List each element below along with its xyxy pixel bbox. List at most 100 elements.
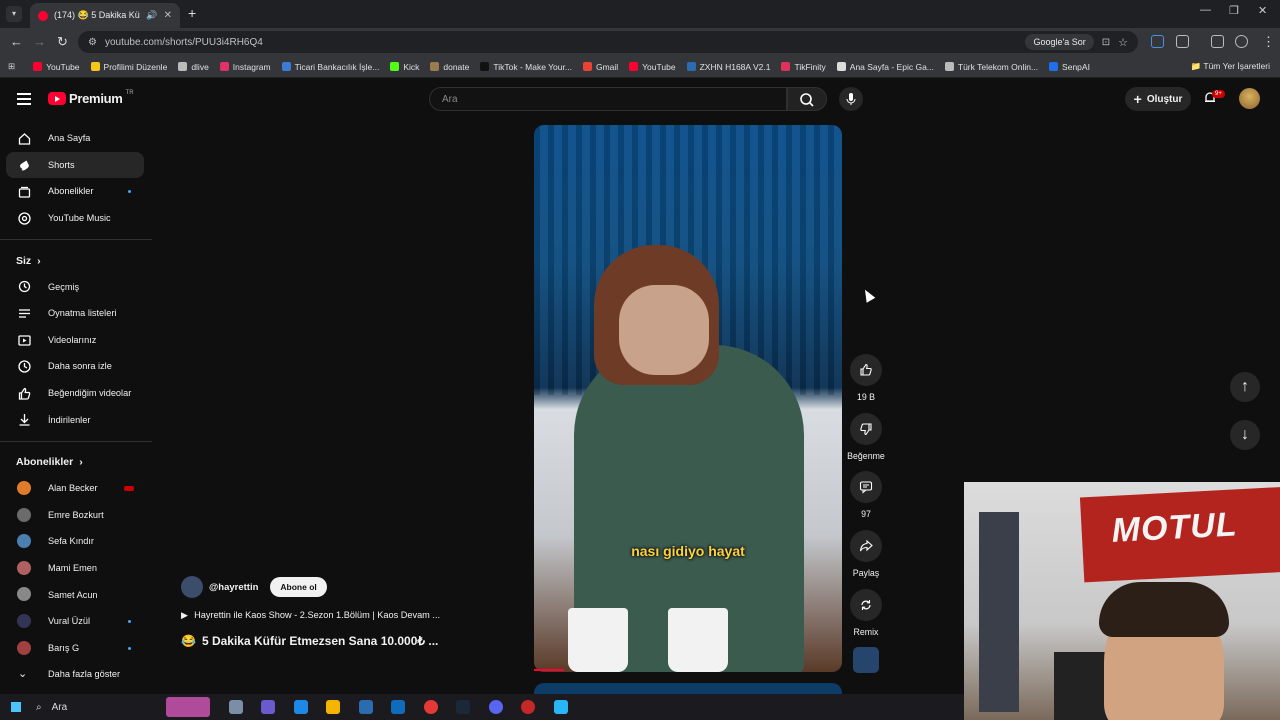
back-icon[interactable]: ← — [10, 34, 23, 49]
subscription-item[interactable]: Sefa Kındır — [0, 528, 156, 555]
translate-icon[interactable] — [1151, 35, 1164, 48]
next-short-button[interactable]: ↓ — [1230, 420, 1260, 450]
remix-button[interactable]: Remix — [846, 588, 886, 648]
subscription-item[interactable]: Alan Becker — [0, 475, 156, 502]
steam-icon[interactable] — [456, 700, 470, 714]
sidebar-item-be-endi-im-videolar[interactable]: Beğendiğim videolar — [0, 380, 156, 407]
taskbar-search[interactable]: ⌕ Ara — [36, 702, 166, 713]
address-bar[interactable]: ⚙ youtube.com/shorts/PUU3i4RH6Q4 Google'… — [78, 31, 1138, 53]
reload-icon[interactable]: ↻ — [57, 34, 68, 50]
share-button[interactable]: Paylaş — [846, 530, 886, 589]
hamburger-menu-icon[interactable] — [17, 93, 31, 108]
sidebar-item-shorts[interactable]: Shorts — [6, 151, 144, 179]
channel-avatar[interactable] — [181, 576, 203, 598]
apps-grid-icon[interactable]: ⊞ — [8, 61, 15, 72]
obs-icon[interactable] — [521, 700, 535, 714]
forward-icon[interactable]: → — [33, 34, 46, 49]
bookmark-favicon-icon — [281, 62, 291, 71]
task-view-icon[interactable] — [228, 700, 243, 714]
site-info-icon[interactable]: ⚙ — [88, 37, 97, 48]
bookmark-item[interactable]: Kick — [390, 62, 419, 72]
video-progress-bar[interactable] — [534, 669, 564, 671]
windows-start-icon[interactable] — [11, 702, 21, 712]
subscription-item[interactable]: Barış G — [0, 635, 156, 662]
sidebar-item-youtube-music[interactable]: YouTube Music — [0, 205, 156, 232]
search-input[interactable]: Ara — [429, 87, 787, 111]
bookmark-item[interactable]: Türk Telekom Onlin... — [944, 62, 1038, 72]
menu-kebab-icon[interactable]: ⋮ — [1262, 34, 1275, 50]
sidebar-item-daha-sonra-izle[interactable]: Daha sonra izle — [0, 353, 156, 380]
bookmark-item[interactable]: YouTube — [629, 62, 676, 72]
short-video-player[interactable]: nası gidiyo hayat — [534, 125, 842, 672]
outlook-icon[interactable] — [391, 700, 405, 714]
bookmark-item[interactable]: Profilimi Düzenle — [90, 62, 167, 72]
edge-icon[interactable] — [293, 700, 308, 714]
close-tab-icon[interactable]: ✕ — [164, 10, 172, 21]
short-title-text: 5 Dakika Küfür Etmezsen Sana 10.000₺ ... — [201, 634, 439, 648]
google-ask-button[interactable]: Google'a Sor — [1025, 34, 1094, 50]
sidebar-item-videolar-n-z[interactable]: Videolarınız — [0, 327, 156, 354]
file-explorer-icon[interactable] — [326, 700, 340, 714]
search-button[interactable] — [787, 87, 827, 111]
discord-icon[interactable] — [488, 700, 503, 714]
voice-search-button[interactable] — [839, 87, 863, 111]
minimize-icon[interactable]: — — [1200, 4, 1211, 16]
bookmark-item[interactable]: Ana Sayfa - Epic Ga... — [836, 62, 934, 72]
sidebar-item-abonelikler[interactable]: Abonelikler — [0, 178, 156, 205]
like-button[interactable]: 19 B — [846, 354, 886, 413]
linked-video-link[interactable]: ▶ Hayrettin ile Kaos Show - 2.Sezon 1.Bö… — [181, 610, 481, 621]
bookmark-item[interactable]: TikFinity — [781, 62, 826, 72]
subscription-item[interactable]: Mami Emen — [0, 555, 156, 582]
channel-handle[interactable]: @hayrettin — [209, 582, 258, 593]
tab-search-icon[interactable]: ▾ — [6, 6, 22, 22]
bookmark-item[interactable]: TikTok - Make Your... — [480, 62, 572, 72]
store-icon[interactable] — [358, 700, 373, 714]
sidebar-item-ana-sayfa[interactable]: Ana Sayfa — [0, 125, 156, 152]
title-emoji: 😂 — [181, 634, 196, 648]
copilot-icon[interactable] — [261, 700, 275, 714]
sidebar-item-oynatma-listeleri[interactable]: Oynatma listeleri — [0, 300, 156, 327]
speaker-icon[interactable]: 🔊 — [146, 10, 157, 21]
youtube-premium-logo[interactable]: Premium TR — [48, 89, 134, 106]
sidebar-item-ge-mi-[interactable]: Geçmiş — [0, 273, 156, 300]
subscriptions-section-header[interactable]: Abonelikler › — [0, 450, 156, 475]
subscription-item[interactable]: Emre Bozkurt — [0, 502, 156, 529]
bookmark-item[interactable]: dlive — [178, 62, 209, 72]
all-bookmarks-folder[interactable]: 📁 Tüm Yer İşaretleri — [1191, 61, 1270, 72]
comments-button[interactable]: 97 — [846, 471, 886, 530]
subscription-label: Samet Acun — [48, 589, 98, 600]
widgets-icon[interactable] — [166, 697, 210, 717]
subscription-item[interactable]: Vural Üzül — [0, 608, 156, 635]
region-code: TR — [125, 89, 134, 96]
new-tab-icon[interactable]: + — [188, 5, 196, 21]
maximize-icon[interactable]: ❐ — [1229, 4, 1239, 17]
browser-tab[interactable]: (174) 😂 5 Dakika Küfür Etm... 🔊 ✕ — [30, 3, 180, 28]
sidebar-item-i-ndirilenler[interactable]: İndirilenler — [0, 406, 156, 433]
create-button[interactable]: + Oluştur — [1125, 87, 1191, 111]
bookmark-item[interactable]: ZXHN H168A V2.1 — [686, 62, 770, 72]
chrome-icon[interactable] — [423, 700, 438, 714]
bookmark-item[interactable]: donate — [430, 62, 469, 72]
app-icon[interactable] — [553, 700, 568, 714]
bookmark-item[interactable]: Ticari Bankacılık İşle... — [281, 62, 379, 72]
bookmark-item[interactable]: Instagram — [219, 62, 271, 72]
bookmark-item[interactable]: YouTube — [33, 62, 80, 72]
bookmark-item[interactable]: Gmail — [582, 62, 618, 72]
account-avatar[interactable] — [1239, 88, 1260, 109]
you-section-header[interactable]: Siz › — [0, 248, 156, 273]
live-indicator — [124, 485, 134, 491]
bookmark-star-icon[interactable]: ☆ — [1118, 36, 1128, 49]
show-more-button[interactable]: ⌄ Daha fazla göster — [0, 661, 156, 688]
dislike-button[interactable]: Beğenme — [846, 412, 886, 472]
sidebar-divider — [0, 239, 152, 241]
previous-short-button[interactable]: ↑ — [1230, 372, 1260, 402]
install-icon[interactable]: ⊡ — [1102, 37, 1110, 48]
extensions-icon[interactable] — [1176, 35, 1189, 48]
close-window-icon[interactable]: ✕ — [1258, 4, 1267, 17]
bookmark-item[interactable]: SenpAI — [1049, 62, 1090, 72]
subscribe-button[interactable]: Abone ol — [270, 577, 327, 597]
profile-icon[interactable] — [1235, 35, 1248, 48]
sound-channel-thumbnail[interactable] — [853, 647, 879, 673]
subscription-item[interactable]: Samet Acun — [0, 581, 156, 608]
media-controls-icon[interactable] — [1211, 35, 1224, 48]
